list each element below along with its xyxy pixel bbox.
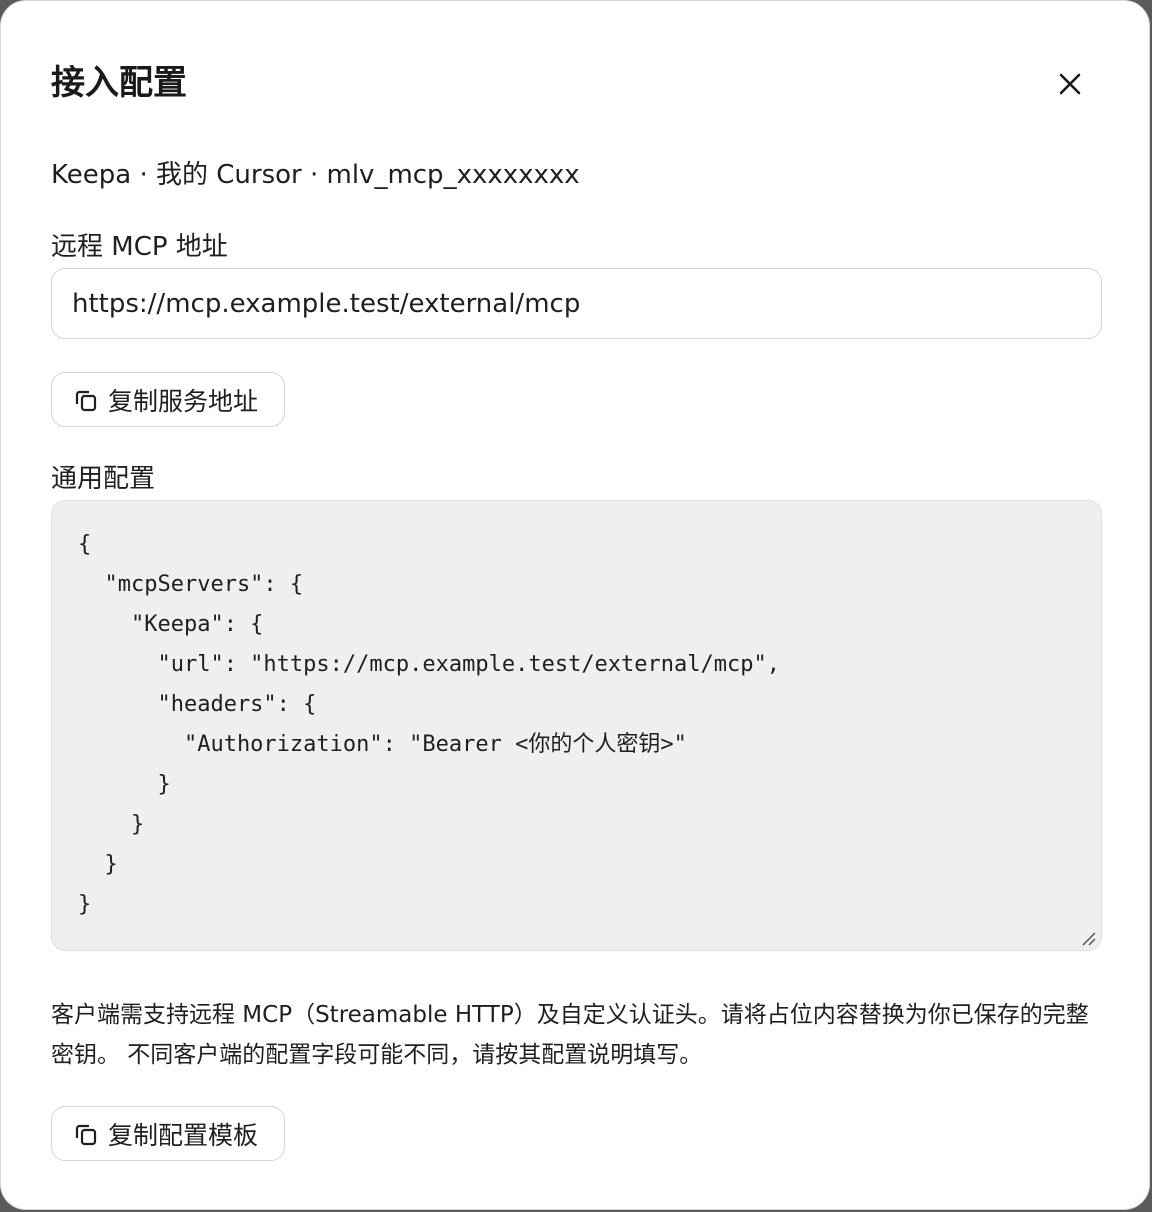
resize-handle-icon[interactable]: [1081, 931, 1097, 947]
remote-mcp-url-field[interactable]: [51, 268, 1102, 339]
copy-service-address-button[interactable]: 复制服务地址: [51, 372, 285, 427]
remote-mcp-address-label: 远程 MCP 地址: [51, 232, 228, 262]
copy-icon: [72, 1120, 100, 1148]
general-config-label: 通用配置: [51, 464, 156, 494]
close-icon: [1059, 73, 1081, 95]
dialog-subtitle: Keepa · 我的 Cursor · mlv_mcp_xxxxxxxx: [51, 160, 580, 190]
dialog-title: 接入配置: [51, 63, 187, 103]
access-config-dialog: 接入配置 Keepa · 我的 Cursor · mlv_mcp_xxxxxxx…: [0, 0, 1150, 1210]
copy-icon: [72, 386, 100, 414]
config-template-textarea[interactable]: { "mcpServers": { "Keepa": { "url": "htt…: [51, 500, 1102, 951]
copy-config-template-label: 复制配置模板: [108, 1120, 259, 1150]
close-button[interactable]: [1049, 63, 1091, 105]
copy-config-template-button[interactable]: 复制配置模板: [51, 1106, 285, 1161]
copy-service-address-label: 复制服务地址: [108, 386, 259, 416]
client-requirements-note: 客户端需支持远程 MCP（Streamable HTTP）及自定义认证头。请将占…: [51, 1002, 1089, 1068]
